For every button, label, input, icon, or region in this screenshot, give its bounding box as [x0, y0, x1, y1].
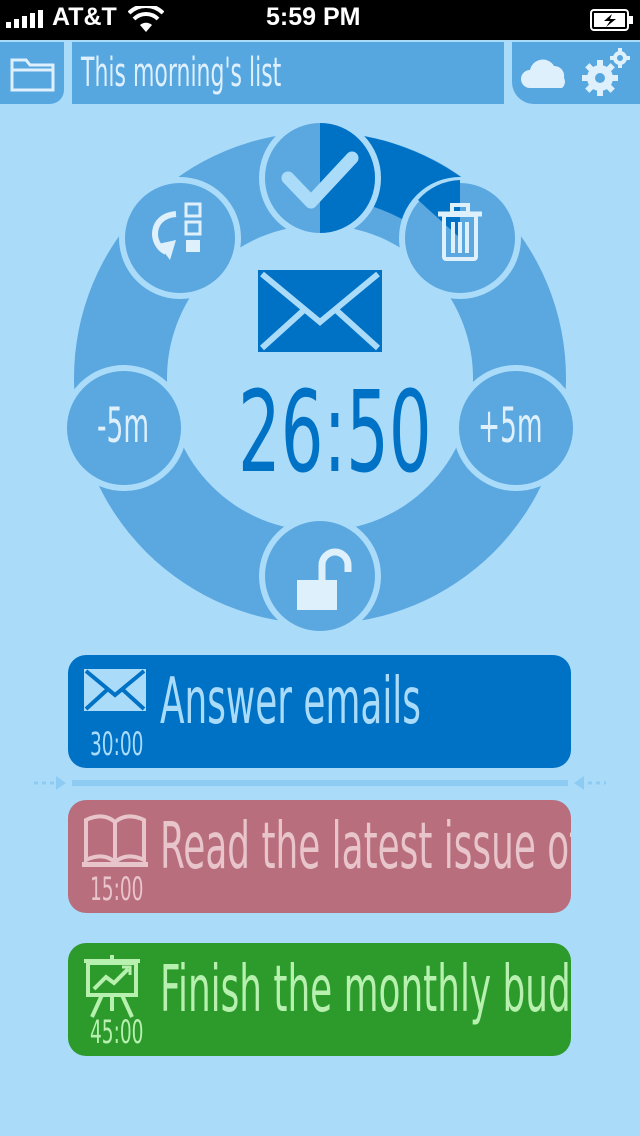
status-bar: AT&T 5:59 PM	[0, 0, 640, 40]
drop-indicator	[34, 776, 606, 790]
unlock-button[interactable]	[259, 515, 381, 637]
task-duration: 30:00	[90, 725, 144, 763]
presentation-chart-icon	[84, 955, 140, 1018]
lists-folder-button[interactable]	[0, 42, 64, 104]
plus-5m-label: +5m	[478, 398, 543, 454]
envelope-icon	[84, 669, 146, 711]
header-actions	[512, 42, 640, 104]
cloud-sync-icon[interactable]	[520, 56, 572, 90]
task-card-monthly-budget[interactable]: Finish the monthly budget 45:00	[68, 943, 571, 1056]
complete-task-button[interactable]	[259, 117, 381, 239]
task-duration: 15:00	[90, 870, 144, 908]
folder-icon	[10, 58, 55, 92]
list-title: This morning's list	[81, 50, 282, 96]
task-duration: 45:00	[90, 1013, 144, 1051]
current-task-envelope-icon	[258, 270, 382, 352]
wifi-icon	[128, 6, 164, 32]
task-title: Read the latest issue of Tap! Magazine	[160, 810, 571, 884]
minus-5m-label: -5m	[97, 398, 150, 454]
task-title: Answer emails	[160, 665, 421, 739]
carrier-label: AT&T	[52, 3, 117, 31]
battery-icon	[590, 9, 633, 31]
status-time: 5:59 PM	[266, 3, 361, 31]
gear-icon[interactable]	[578, 46, 632, 98]
delete-task-button[interactable]	[399, 177, 521, 299]
move-task-button[interactable]	[119, 177, 241, 299]
task-title: Finish the monthly budget	[160, 953, 571, 1027]
trash-icon	[438, 203, 482, 261]
timer-display: 26:50	[238, 368, 432, 498]
book-icon	[82, 814, 148, 867]
task-card-answer-emails[interactable]: Answer emails 30:00	[68, 655, 571, 768]
task-card-read-magazine[interactable]: Read the latest issue of Tap! Magazine 1…	[68, 800, 571, 913]
signal-icon	[6, 10, 43, 28]
list-title-bar[interactable]: This morning's list	[72, 42, 504, 104]
